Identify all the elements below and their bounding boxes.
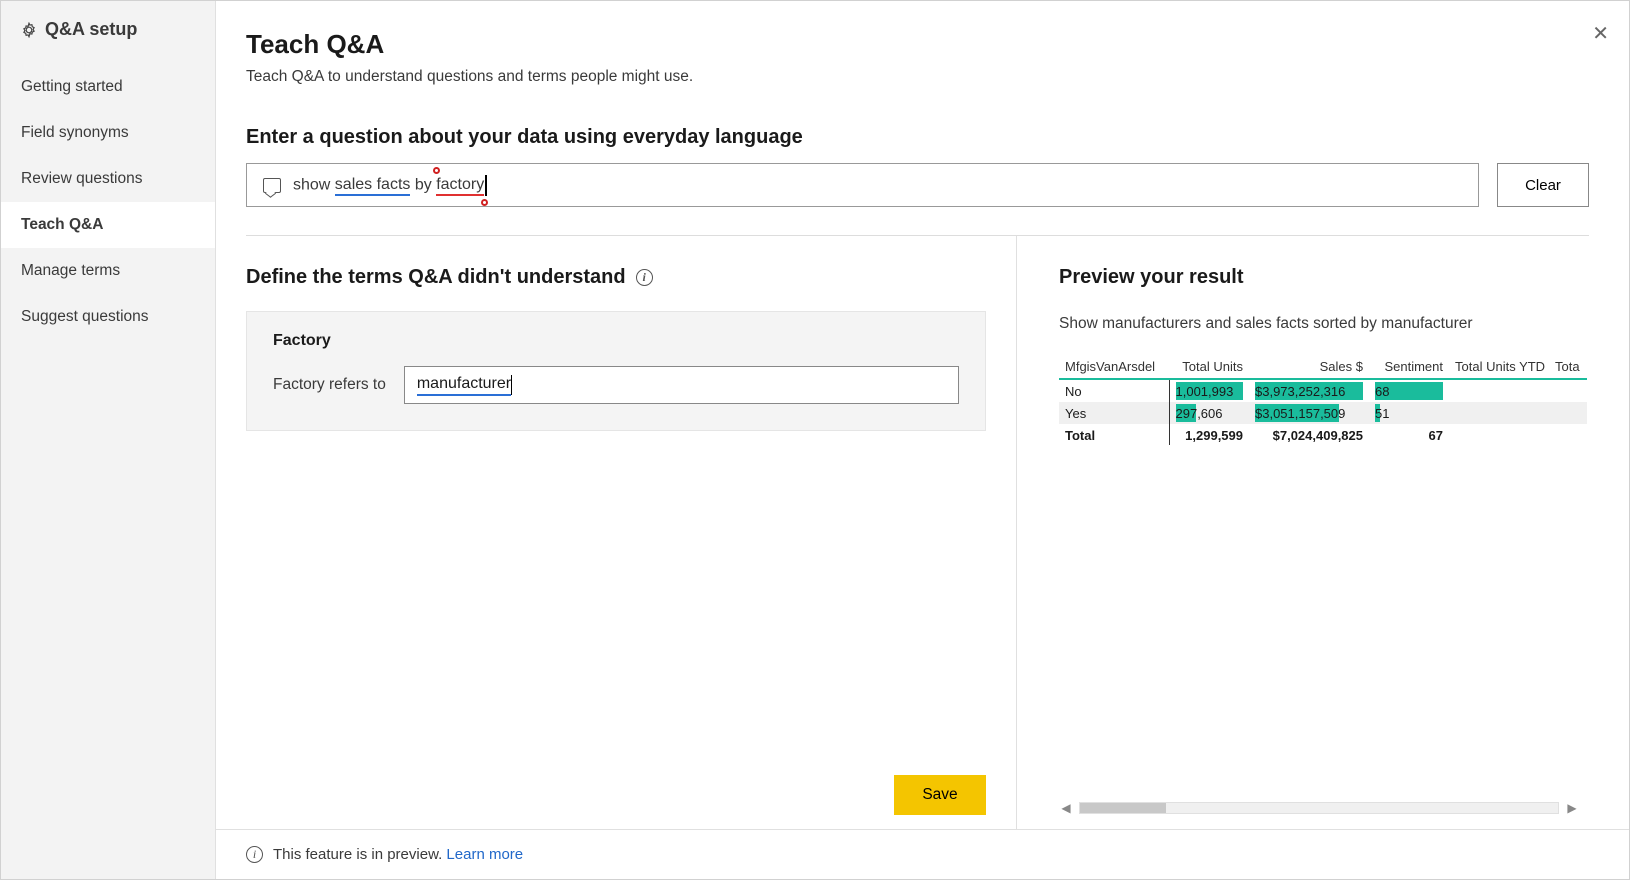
- preview-panel: Preview your result Show manufacturers a…: [1017, 236, 1589, 829]
- text-caret: [511, 375, 512, 395]
- table-row[interactable]: Yes 297,606 $3,051,157,509 51: [1059, 402, 1587, 424]
- refers-to-input[interactable]: manufacturer: [404, 366, 959, 404]
- col-header[interactable]: MfgisVanArsdel: [1059, 355, 1169, 379]
- gear-icon: [21, 22, 37, 38]
- info-icon[interactable]: i: [636, 269, 653, 286]
- close-button[interactable]: ✕: [1586, 15, 1615, 52]
- page-title: Teach Q&A: [246, 29, 1589, 60]
- main: ✕ Teach Q&A Teach Q&A to understand ques…: [216, 1, 1629, 879]
- page-subtitle: Teach Q&A to understand questions and te…: [246, 68, 1589, 86]
- question-text: show sales facts by factory: [293, 175, 487, 196]
- footer-text: This feature is in preview.: [273, 846, 442, 863]
- table-row[interactable]: No 1,001,993 $3,973,252,316 68: [1059, 379, 1587, 402]
- footer: i This feature is in preview. Learn more: [216, 829, 1629, 879]
- col-header[interactable]: Sales $: [1249, 355, 1369, 379]
- info-icon: i: [246, 846, 263, 863]
- undefined-term-token[interactable]: factory: [436, 176, 484, 194]
- clear-button[interactable]: Clear: [1497, 163, 1589, 207]
- sidebar: Q&A setup Getting started Field synonyms…: [1, 1, 216, 879]
- table-total-row: Total 1,299,599 $7,024,409,825 67: [1059, 424, 1587, 445]
- term-card: Factory Factory refers to manufacturer: [246, 311, 986, 431]
- chevron-right-icon[interactable]: ▶: [1565, 801, 1579, 815]
- col-header[interactable]: Sentiment: [1369, 355, 1449, 379]
- text-caret: [485, 175, 487, 196]
- qna-setup-dialog: Q&A setup Getting started Field synonyms…: [0, 0, 1630, 880]
- sidebar-item-suggest-questions[interactable]: Suggest questions: [1, 294, 215, 340]
- preview-heading: Preview your result: [1059, 266, 1579, 289]
- sidebar-item-manage-terms[interactable]: Manage terms: [1, 248, 215, 294]
- col-header[interactable]: Tota: [1549, 355, 1587, 379]
- sidebar-item-teach-qna[interactable]: Teach Q&A: [1, 202, 215, 248]
- save-button[interactable]: Save: [894, 775, 986, 815]
- term-name: Factory: [273, 332, 959, 350]
- question-input[interactable]: show sales facts by factory: [246, 163, 1479, 207]
- scroll-thumb[interactable]: [1080, 803, 1166, 813]
- sidebar-title: Q&A setup: [1, 19, 215, 64]
- horizontal-scrollbar[interactable]: ◀ ▶: [1059, 801, 1579, 829]
- scroll-track[interactable]: [1079, 802, 1559, 814]
- sidebar-item-getting-started[interactable]: Getting started: [1, 64, 215, 110]
- chat-icon: [263, 178, 281, 193]
- preview-table: MfgisVanArsdel Total Units Sales $ Senti…: [1059, 355, 1587, 445]
- sidebar-title-text: Q&A setup: [45, 19, 137, 40]
- sidebar-item-field-synonyms[interactable]: Field synonyms: [1, 110, 215, 156]
- sidebar-item-review-questions[interactable]: Review questions: [1, 156, 215, 202]
- refers-to-label: Factory refers to: [273, 376, 386, 394]
- preview-description: Show manufacturers and sales facts sorte…: [1059, 315, 1579, 333]
- question-section-label: Enter a question about your data using e…: [246, 126, 1589, 149]
- col-header[interactable]: Total Units YTD: [1449, 355, 1549, 379]
- chevron-left-icon[interactable]: ◀: [1059, 801, 1073, 815]
- col-header[interactable]: Total Units: [1169, 355, 1249, 379]
- learn-more-link[interactable]: Learn more: [446, 846, 523, 863]
- define-terms-panel: Define the terms Q&A didn't understand i…: [246, 236, 1017, 829]
- define-heading: Define the terms Q&A didn't understand: [246, 266, 626, 289]
